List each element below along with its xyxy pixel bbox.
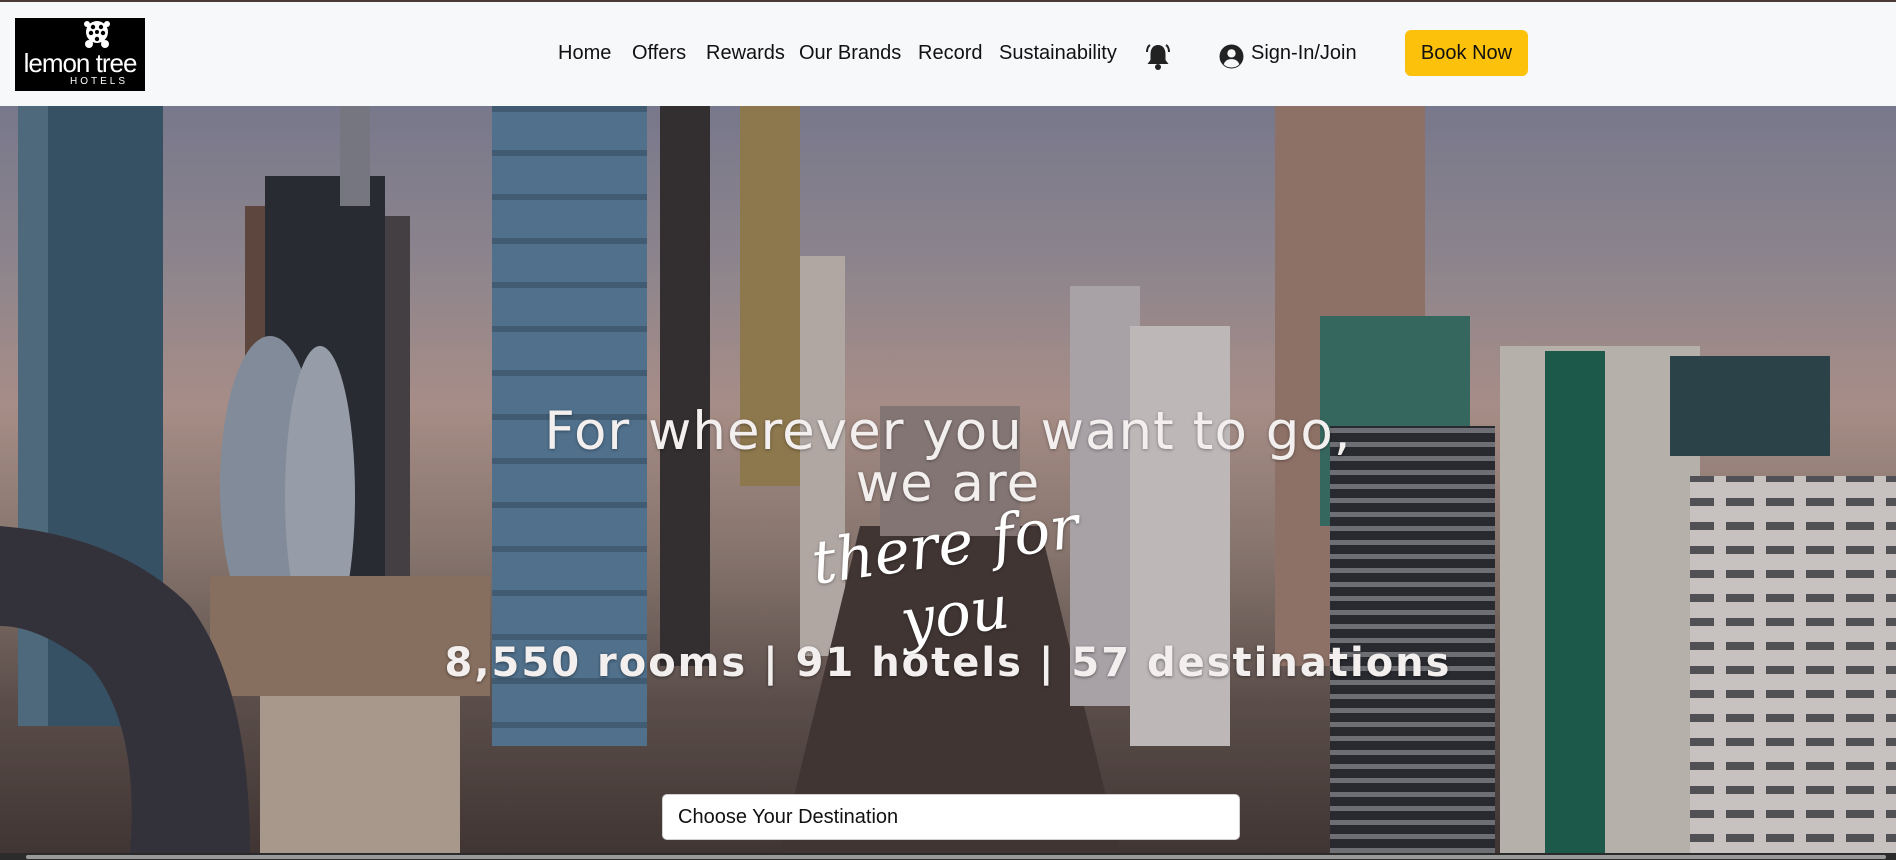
main-nav: Home Offers Rewards Our Brands Record Su… — [0, 2, 1896, 106]
scrollbar-thumb[interactable] — [26, 855, 1886, 859]
hero-headline-line2: we are — [855, 453, 1041, 514]
nav-our-brands[interactable]: Our Brands — [799, 42, 901, 65]
signin-label: Sign-In/Join — [1251, 42, 1357, 64]
nav-home[interactable]: Home — [558, 42, 611, 65]
nav-rewards[interactable]: Rewards — [706, 42, 785, 65]
hero-banner: For wherever you want to go, we are ther… — [0, 106, 1896, 853]
nav-offers[interactable]: Offers — [632, 42, 686, 65]
hero-stats: 8,550 rooms | 91 hotels | 57 destination… — [444, 640, 1452, 686]
destination-search-input[interactable] — [662, 794, 1240, 840]
user-circle-icon — [1219, 44, 1244, 69]
hero-headline-line1: For wherever you want to go, — [544, 401, 1352, 462]
horizontal-scrollbar[interactable] — [0, 853, 1896, 860]
hero-headline: For wherever you want to go, we are — [440, 401, 1456, 514]
bell-icon[interactable] — [1145, 43, 1171, 71]
nav-sustainability[interactable]: Sustainability — [999, 42, 1117, 65]
nav-record[interactable]: Record — [918, 42, 982, 65]
navbar: lemon tree HOTELS Home Offers Rewards Ou… — [0, 2, 1896, 106]
book-now-button[interactable]: Book Now — [1405, 30, 1528, 76]
